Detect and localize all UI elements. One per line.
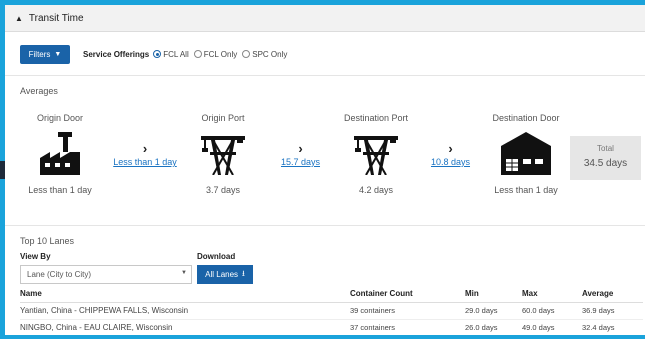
factory-icon [40,132,80,175]
container-count: 39 containers [350,302,465,320]
averages-heading: Averages [20,86,58,96]
caret-up-icon[interactable]: ▲ [15,14,23,23]
chevron-right-icon: › [448,141,453,156]
stage-title: Origin Door [36,113,83,123]
average-days: 36.9 days [582,302,643,320]
container-count: 37 containers [350,319,465,335]
panel-title: Transit Time [28,12,84,24]
dropdown-arrow-icon: ▼ [181,270,187,276]
view-by-label: View By [20,252,51,261]
transition-link[interactable]: 10.8 days [423,157,478,167]
stage-value: Less than 1 day [28,185,92,195]
max-days: 49.0 days [522,319,582,335]
stage-title: Origin Port [201,113,245,123]
transit-time-panel: ▲ Transit Time Filters ▼ Service Offerin… [5,5,645,335]
column-header[interactable]: Min [465,286,522,303]
transition-origin: › Less than 1 day [110,141,180,168]
chevron-down-icon: ▼ [54,50,62,58]
chevron-right-icon: › [298,141,303,156]
radio-fcl-only[interactable]: FCL Only [193,49,238,59]
min-days: 29.0 days [465,302,522,320]
download-all-lanes-button[interactable]: All Lanes ⭳ [197,265,253,284]
min-days: 26.0 days [465,319,522,335]
stage-value: 4.2 days [358,185,394,195]
radio-spc-only[interactable]: SPC Only [242,50,287,59]
stage-destination-port: Destination Port 4.2 days [336,113,416,195]
column-header[interactable]: Name [20,286,350,303]
download-label: Download [197,252,236,261]
table-row[interactable]: Yantian, China - CHIPPEWA FALLS, Wiscons… [20,302,643,320]
table-row[interactable]: NINGBO, China - EAU CLAIRE, Wisconsin 37… [20,319,643,335]
total-value: 34.5 days [583,158,628,169]
download-icon: ⭳ [242,268,245,278]
stage-origin-port: Origin Port 3.7 days [183,113,263,195]
radio-selected-icon[interactable] [153,50,162,58]
stage-title: Destination Port [343,113,409,123]
warehouse-icon [501,132,551,175]
stage-value: Less than 1 day [494,185,558,195]
stage-title: Destination Door [492,113,560,123]
stage-value: 3.7 days [205,185,241,195]
stage-destination-door: Destination Door Less than 1 day [485,113,567,195]
total-label: Total [597,144,614,153]
divider [5,225,645,226]
filters-button-label: Filters [28,49,51,59]
lane-name: NINGBO, China - EAU CLAIRE, Wisconsin [20,319,350,335]
transition-destination: › 10.8 days [423,141,478,168]
top-lanes-heading: Top 10 Lanes [20,236,75,246]
average-days: 32.4 days [582,319,643,335]
filter-row: Filters ▼ Service Offerings FCL All FCL … [5,43,645,65]
panel-header[interactable]: ▲ Transit Time [5,5,645,32]
transition-link[interactable]: 15.7 days [273,157,328,167]
port-crane-icon [354,136,398,175]
total-box: Total 34.5 days [570,136,641,180]
column-header[interactable]: Max [522,286,582,303]
view-by-value: Lane (City to City) [27,270,92,279]
transition-link[interactable]: Less than 1 day [110,157,180,167]
port-crane-icon [201,136,245,175]
stage-origin-door: Origin Door Less than 1 day [20,113,100,195]
radio-label: SPC Only [252,49,288,59]
lane-name: Yantian, China - CHIPPEWA FALLS, Wiscons… [20,302,350,320]
radio-unselected-icon[interactable] [242,50,251,58]
radio-label: FCL Only [203,49,238,59]
chevron-right-icon: › [142,141,148,156]
radio-label: FCL All [163,49,189,59]
radio-unselected-icon[interactable] [193,50,202,58]
divider [5,75,645,76]
lanes-table: Name Container Count Min Max Average Yan… [20,286,643,335]
max-days: 60.0 days [522,302,582,320]
service-offerings-label: Service Offerings [83,49,150,59]
transition-ocean: › 15.7 days [273,141,328,168]
column-header[interactable]: Container Count [350,286,465,303]
view-by-select[interactable]: Lane (City to City) ▼ [20,265,192,284]
download-button-label: All Lanes [205,270,239,279]
column-header[interactable]: Average [582,286,643,303]
radio-fcl-all[interactable]: FCL All [153,50,189,59]
filters-button[interactable]: Filters ▼ [20,44,70,64]
table-header-row: Name Container Count Min Max Average [20,286,643,303]
